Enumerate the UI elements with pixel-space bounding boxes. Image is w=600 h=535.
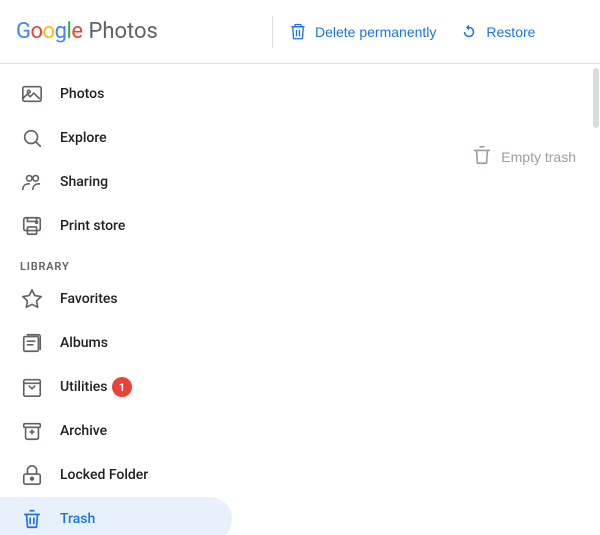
delete-permanently-label: Delete permanently xyxy=(315,24,436,40)
favorites-label: Favorites xyxy=(60,291,118,307)
utilities-label: Utilities xyxy=(60,379,107,395)
sidebar-item-utilities[interactable]: Utilities 1 xyxy=(0,365,232,409)
content-area: Empty trash xyxy=(240,64,600,535)
print-store-label: Print store xyxy=(60,218,125,234)
sidebar: Photos Explore Sharing xyxy=(0,64,240,535)
header-divider xyxy=(272,16,273,48)
trash-label: Trash xyxy=(60,511,95,527)
explore-label: Explore xyxy=(60,130,107,146)
delete-permanently-button[interactable]: Delete permanently xyxy=(289,23,436,41)
photos-icon xyxy=(20,82,44,106)
archive-icon xyxy=(20,419,44,443)
app-title: Photos xyxy=(88,19,157,44)
sidebar-item-sharing[interactable]: Sharing xyxy=(0,160,232,204)
empty-trash-button[interactable]: Empty trash xyxy=(471,144,576,169)
restore-icon xyxy=(460,23,478,41)
scrollbar-track[interactable] xyxy=(592,64,600,535)
trash-icon xyxy=(20,507,44,531)
albums-label: Albums xyxy=(60,335,108,351)
utilities-icon xyxy=(20,375,44,399)
header-actions: Delete permanently Restore xyxy=(289,23,535,41)
explore-icon xyxy=(20,126,44,150)
favorites-icon xyxy=(20,287,44,311)
sidebar-item-print-store[interactable]: Print store xyxy=(0,204,232,248)
restore-button[interactable]: Restore xyxy=(460,23,535,41)
library-section-label: LIBRARY xyxy=(0,248,240,277)
locked-folder-label: Locked Folder xyxy=(60,467,148,483)
sharing-label: Sharing xyxy=(60,174,108,190)
sidebar-item-favorites[interactable]: Favorites xyxy=(0,277,232,321)
sidebar-item-trash[interactable]: Trash xyxy=(0,497,232,535)
utilities-badge: 1 xyxy=(112,377,132,397)
photos-label: Photos xyxy=(60,86,104,102)
empty-trash-icon xyxy=(471,144,493,169)
restore-label: Restore xyxy=(486,24,535,40)
print-store-icon xyxy=(20,214,44,238)
delete-icon xyxy=(289,23,307,41)
archive-label: Archive xyxy=(60,423,107,439)
sidebar-item-archive[interactable]: Archive xyxy=(0,409,232,453)
sidebar-item-locked-folder[interactable]: Locked Folder xyxy=(0,453,232,497)
sidebar-item-explore[interactable]: Explore xyxy=(0,116,232,160)
sharing-icon xyxy=(20,170,44,194)
main-layout: Photos Explore Sharing xyxy=(0,64,600,535)
sidebar-item-albums[interactable]: Albums xyxy=(0,321,232,365)
header: Google Photos Delete permanently xyxy=(0,0,600,64)
google-wordmark: Google xyxy=(16,19,82,44)
sidebar-item-photos[interactable]: Photos xyxy=(0,72,232,116)
albums-icon xyxy=(20,331,44,355)
empty-trash-label: Empty trash xyxy=(501,149,576,165)
locked-folder-icon xyxy=(20,463,44,487)
scrollbar-thumb xyxy=(593,68,599,128)
logo-area: Google Photos xyxy=(16,19,256,44)
